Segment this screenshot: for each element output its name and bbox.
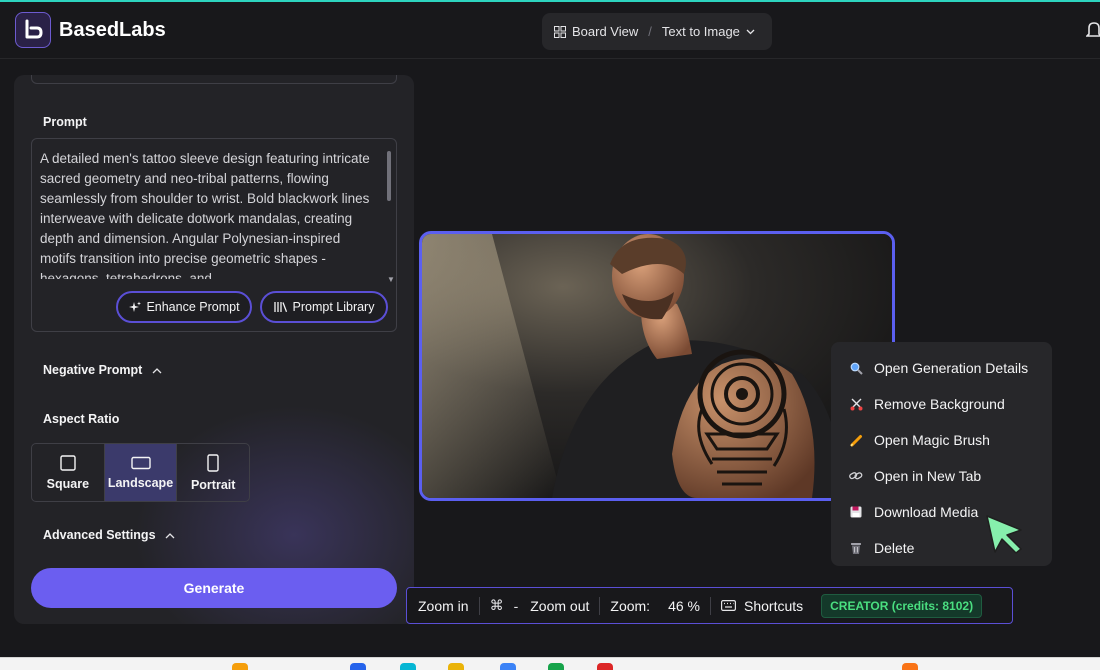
aspect-landscape-label: Landscape (107, 475, 174, 490)
aspect-square-option[interactable]: Square (32, 444, 104, 501)
advanced-settings-label: Advanced Settings (43, 528, 156, 542)
prompt-scrollbar[interactable]: ▼ (387, 147, 395, 284)
trash-icon (848, 540, 864, 556)
advanced-settings-toggle[interactable]: Advanced Settings (43, 528, 175, 542)
app-logo[interactable] (15, 12, 51, 48)
grid-icon (554, 25, 566, 38)
context-item-label: Download Media (874, 504, 979, 520)
top-bar: BasedLabs Board View / Text to Image (0, 2, 1100, 59)
pointer-cursor-icon (985, 514, 1027, 559)
zoom-out-button[interactable]: Zoom out (530, 598, 589, 614)
divider (478, 596, 480, 615)
prompt-text[interactable]: A detailed men's tattoo sleeve design fe… (40, 149, 376, 279)
minus-key: - (513, 597, 519, 614)
generate-button[interactable]: Generate (31, 568, 397, 608)
taskbar-app-icon[interactable] (232, 663, 248, 670)
breadcrumb-board-view[interactable]: Board View (572, 24, 638, 39)
taskbar-app-icon[interactable] (448, 663, 464, 670)
scrollbar-thumb[interactable] (387, 151, 391, 201)
generated-image[interactable] (419, 231, 895, 501)
taskbar-app-icon[interactable] (350, 663, 366, 670)
context-open-in-new-tab[interactable]: Open in New Tab (831, 458, 1052, 494)
library-icon (273, 301, 288, 313)
chevron-up-icon (152, 366, 162, 377)
link-icon (848, 468, 864, 484)
generation-settings-panel: Prompt A detailed men's tattoo sleeve de… (14, 75, 414, 624)
magnifier-icon (848, 360, 864, 376)
app-name: BasedLabs (59, 19, 166, 41)
zoom-label: Zoom: (610, 597, 651, 614)
logo-icon (25, 19, 43, 39)
breadcrumb-text-to-image[interactable]: Text to Image (662, 24, 740, 39)
aspect-portrait-label: Portrait (190, 477, 236, 492)
scissors-icon (848, 396, 864, 412)
portrait-shape-icon (206, 453, 220, 472)
pencil-icon (848, 432, 864, 448)
breadcrumb: Board View / Text to Image (542, 13, 772, 50)
context-item-label: Remove Background (874, 396, 1005, 412)
aspect-square-label: Square (46, 476, 90, 491)
negative-prompt-toggle[interactable]: Negative Prompt (43, 363, 162, 377)
zoom-in-button[interactable]: Zoom in (418, 598, 469, 614)
scroll-down-arrow-icon[interactable]: ▼ (387, 275, 395, 284)
enhance-prompt-label: Enhance Prompt (146, 300, 240, 314)
zoom-value: 46 % (668, 597, 700, 614)
floppy-disk-icon (848, 504, 864, 520)
divider (599, 596, 601, 615)
context-item-label: Open Magic Brush (874, 432, 990, 448)
prompt-library-button[interactable]: Prompt Library (260, 291, 388, 323)
canvas-zoom-toolbar: Zoom in ⌘ - Zoom out Zoom: 46 % Shortcut… (406, 587, 1013, 624)
landscape-shape-icon (130, 456, 151, 470)
prompt-label: Prompt (43, 115, 87, 129)
aspect-portrait-option[interactable]: Portrait (176, 444, 249, 501)
context-item-label: Open in New Tab (874, 468, 982, 484)
bell-icon[interactable] (1085, 20, 1100, 45)
aspect-ratio-selector: Square Landscape Portrait (31, 443, 250, 502)
taskbar-app-icon[interactable] (400, 663, 416, 670)
enhance-prompt-button[interactable]: Enhance Prompt (116, 291, 252, 323)
context-remove-background[interactable]: Remove Background (831, 386, 1052, 422)
command-key: ⌘ (489, 597, 504, 613)
credits-badge[interactable]: CREATOR (credits: 8102) (821, 593, 983, 618)
keyboard-icon (721, 600, 736, 611)
sparkle-icon (128, 301, 142, 314)
context-item-label: Open Generation Details (874, 360, 1029, 376)
previous-field-edge (31, 75, 397, 84)
prompt-textarea[interactable]: A detailed men's tattoo sleeve design fe… (31, 138, 397, 332)
negative-prompt-label: Negative Prompt (43, 363, 143, 377)
os-taskbar (0, 657, 1100, 670)
taskbar-app-icon[interactable] (902, 663, 918, 670)
taskbar-app-icon[interactable] (548, 663, 564, 670)
chevron-down-icon[interactable] (746, 29, 755, 35)
context-item-label: Delete (874, 540, 915, 556)
tattoo-portrait-image (422, 234, 892, 498)
prompt-library-label: Prompt Library (292, 300, 375, 314)
divider (710, 596, 711, 615)
taskbar-app-icon[interactable] (597, 663, 613, 670)
aspect-ratio-label: Aspect Ratio (43, 412, 120, 426)
breadcrumb-separator: / (648, 24, 652, 39)
shortcuts-button[interactable]: Shortcuts (744, 598, 803, 614)
context-open-generation-details[interactable]: Open Generation Details (831, 350, 1052, 386)
taskbar-app-icon[interactable] (500, 663, 516, 670)
context-open-magic-brush[interactable]: Open Magic Brush (831, 422, 1052, 458)
square-shape-icon (60, 454, 76, 471)
chevron-up-icon (165, 531, 175, 542)
aspect-landscape-option[interactable]: Landscape (103, 444, 177, 501)
